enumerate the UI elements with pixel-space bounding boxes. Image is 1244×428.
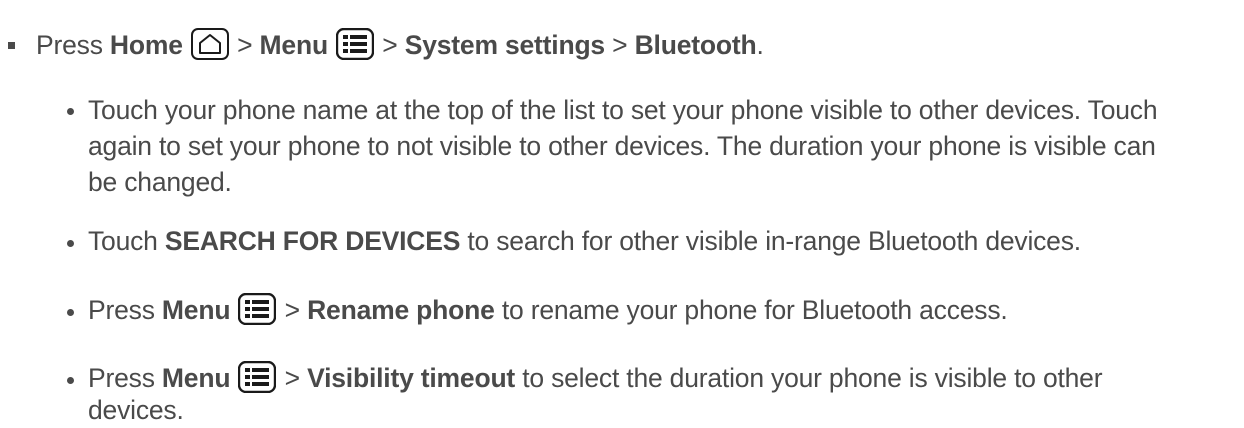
- bullet1-line2: again to set your phone to not visible t…: [88, 131, 1156, 161]
- touch-text: Touch: [88, 226, 158, 256]
- bluetooth-label: Bluetooth: [634, 30, 757, 60]
- menu-label: Menu: [259, 30, 329, 60]
- period: .: [756, 30, 764, 60]
- separator: >: [237, 30, 253, 60]
- main-step: Press Home > Menu > System settings > Bl…: [36, 28, 764, 62]
- bullet4-line1: Press Menu > Visibility timeout to selec…: [88, 361, 1103, 395]
- press-text: Press: [36, 30, 103, 60]
- system-settings-label: System settings: [404, 30, 605, 60]
- home-key-icon: [190, 28, 229, 60]
- search-for-devices-label: SEARCH FOR DEVICES: [164, 226, 461, 256]
- bullet-dot: [67, 240, 74, 247]
- rename-phone-label: Rename phone: [307, 295, 495, 325]
- bullet-dot: [67, 108, 74, 115]
- menu-label: Menu: [161, 295, 231, 325]
- separator: >: [284, 295, 300, 325]
- separator: >: [284, 363, 300, 393]
- menu-key-icon: [238, 361, 277, 393]
- bullet2-rest: to search for other visible in-range Blu…: [467, 226, 1081, 256]
- visibility-timeout-label: Visibility timeout: [307, 363, 516, 393]
- square-bullet: [8, 42, 15, 49]
- bullet3-rest: to rename your phone for Bluetooth acces…: [501, 295, 1008, 325]
- separator: >: [382, 30, 398, 60]
- bullet1-line1: Touch your phone name at the top of the …: [88, 95, 1158, 125]
- bullet4-rest-line1: to select the duration your phone is vis…: [522, 363, 1103, 393]
- separator: >: [612, 30, 628, 60]
- bullet1-line3: be changed.: [88, 167, 232, 197]
- bullet2: Touch SEARCH FOR DEVICES to search for o…: [88, 224, 1081, 258]
- menu-label: Menu: [161, 363, 231, 393]
- bullet-dot: [67, 377, 74, 384]
- press-text: Press: [88, 363, 155, 393]
- bullet-dot: [67, 309, 74, 316]
- bullet3: Press Menu > Rename phone to rename your…: [88, 293, 1008, 327]
- press-text: Press: [88, 295, 155, 325]
- menu-key-icon: [238, 293, 277, 325]
- home-label: Home: [109, 30, 183, 60]
- instructions-document: Press Home > Menu > System settings > Bl…: [0, 0, 1244, 428]
- menu-key-icon: [336, 28, 375, 60]
- bullet4-line2: devices.: [88, 395, 184, 425]
